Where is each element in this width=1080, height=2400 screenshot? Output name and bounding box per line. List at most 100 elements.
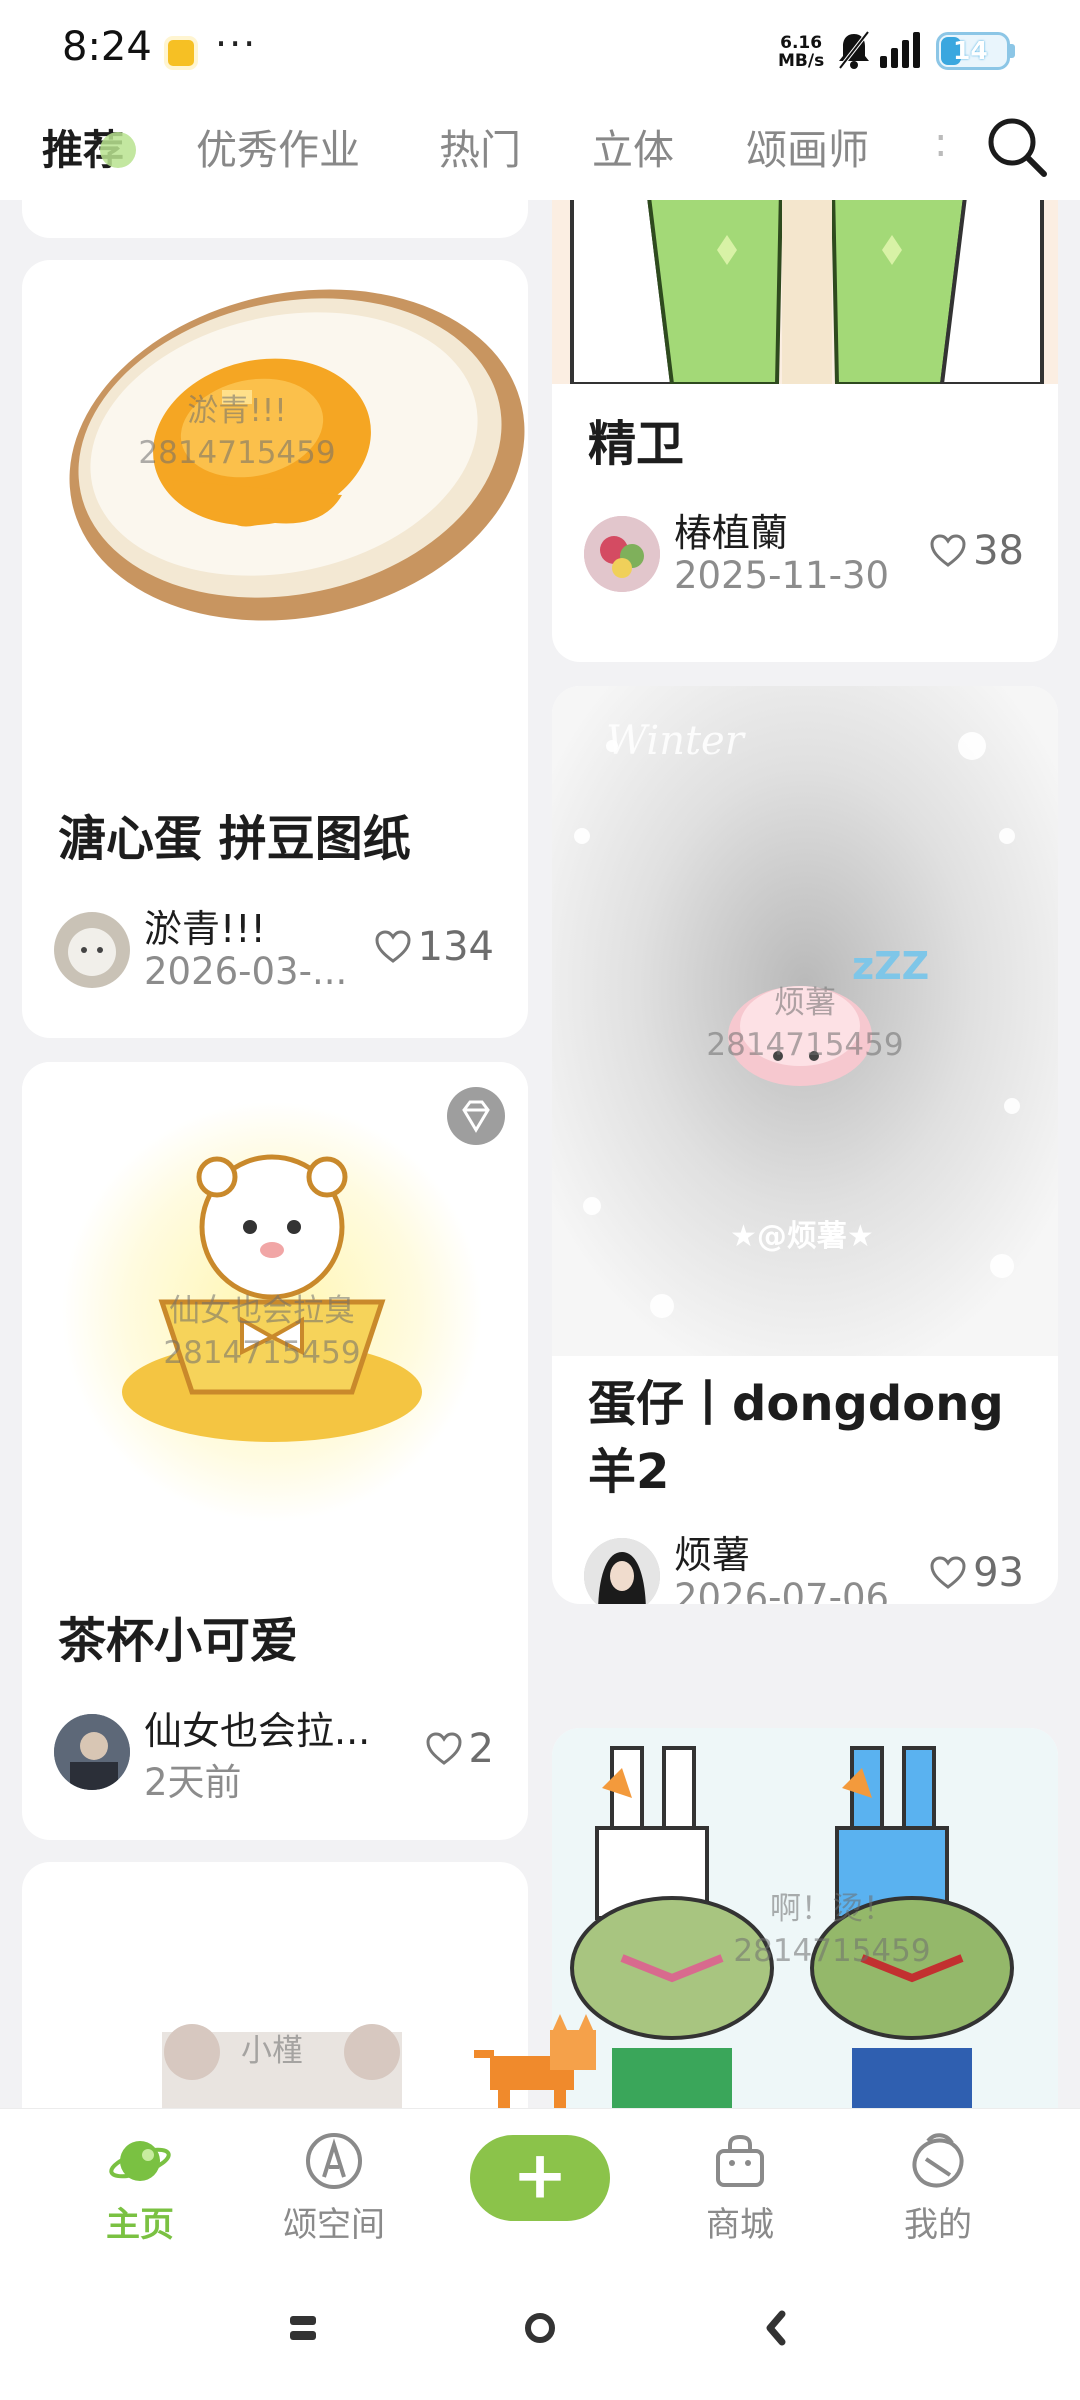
bottom-navigation: 主页 颂空间 + 商城 我的	[0, 2108, 1080, 2258]
nav-shop[interactable]: 商城	[670, 2129, 810, 2246]
card-dongdong-sheep[interactable]: Winter zZZ ★@烦薯★ 烦薯 2814715459 蛋仔丨dongdo…	[552, 686, 1058, 1604]
green-cardigan-pixel-art	[552, 200, 1058, 384]
watermark-name: 淤青!!!	[187, 393, 287, 429]
network-speed: 6.16 MB/s	[778, 34, 824, 70]
nav-space[interactable]: 颂空间	[264, 2129, 404, 2246]
like-button[interactable]: 134	[374, 924, 494, 970]
planet-icon	[109, 2141, 171, 2181]
watermark-id: 2814715459	[163, 1335, 361, 1371]
watermark-id: 2814715459	[138, 435, 336, 471]
author-name[interactable]: 烦薯	[674, 1524, 750, 1579]
system-navigation-bar	[0, 2258, 1080, 2400]
plus-icon: +	[512, 2136, 568, 2214]
network-speed-unit: MB/s	[778, 51, 825, 71]
battery-level: 14	[953, 36, 988, 65]
floating-cat-pixel-icon	[474, 2014, 596, 2108]
tab-overflow: :	[934, 120, 948, 166]
author-name[interactable]: 仙女也会拉...	[144, 1700, 370, 1755]
avatar-flower-icon	[584, 516, 660, 592]
heart-icon	[930, 1556, 966, 1589]
avatar-sheep-icon	[68, 928, 116, 976]
recent-apps-icon[interactable]	[282, 2306, 326, 2350]
nav-label: 商城	[706, 2205, 774, 2245]
card-title: 茶杯小可爱	[58, 1613, 299, 1669]
category-tab-bar: 推荐 优秀作业 热门 立体 颂画师 :	[0, 100, 1080, 200]
post-date: 2天前	[144, 1761, 242, 1804]
avatar[interactable]	[54, 912, 130, 988]
avatar-photo-icon	[54, 1714, 130, 1790]
feed[interactable]: 淤青!!! 2814715459 溏心蛋 拼豆图纸 淤青!!! 2026-03-…	[0, 200, 1080, 2108]
heart-icon	[375, 930, 411, 963]
like-button[interactable]: 2	[425, 1726, 494, 1772]
card-partial-top[interactable]	[22, 200, 528, 238]
card-title: 蛋仔丨dongdong羊2	[588, 1376, 1004, 1500]
create-post-button[interactable]: +	[470, 2135, 610, 2221]
tab-hot[interactable]: 热门	[439, 116, 521, 176]
mute-bell-icon	[838, 30, 870, 70]
pen-circle-icon	[306, 2133, 362, 2189]
nav-home[interactable]: 主页	[70, 2129, 210, 2246]
heart-icon	[426, 1732, 462, 1765]
watermark-id: 2814715459	[706, 1027, 904, 1063]
art-caption-top: Winter	[606, 718, 744, 764]
battery-cap	[1010, 44, 1015, 58]
shopping-bag-icon	[716, 2134, 764, 2187]
card-partial-bottom[interactable]: 小槿	[22, 1862, 528, 2108]
card-soft-boiled-egg[interactable]: 淤青!!! 2814715459 溏心蛋 拼豆图纸 淤青!!! 2026-03-…	[22, 260, 528, 1038]
card-title: 溏心蛋 拼豆图纸	[58, 811, 411, 867]
back-button-icon[interactable]	[754, 2306, 798, 2350]
like-count: 38	[973, 528, 1024, 574]
active-tab-dot	[100, 132, 136, 168]
watermark-name: 仙女也会拉臭	[169, 1293, 355, 1329]
home-button-icon[interactable]	[518, 2306, 562, 2350]
like-button[interactable]: 93	[929, 1550, 1024, 1596]
profile-icon	[912, 2133, 964, 2188]
card-image: 仙女也会拉臭 2814715459	[22, 1062, 528, 1602]
author-name[interactable]: 椿植蘭	[674, 502, 788, 557]
battery-indicator: 14	[936, 32, 1010, 70]
nav-label: 我的	[904, 2205, 972, 2245]
tab-3d[interactable]: 立体	[592, 116, 674, 176]
status-time: 8:24	[62, 24, 152, 70]
avatar[interactable]	[584, 516, 660, 592]
post-date: 2026-03-...	[144, 950, 348, 993]
card-bunnies[interactable]: 啊！烫！ 2814715459	[552, 1728, 1058, 2108]
watermark-name: 烦薯	[774, 985, 836, 1021]
avatar[interactable]	[584, 1538, 660, 1604]
card-title: 精卫	[588, 416, 685, 472]
avatar[interactable]	[54, 1714, 130, 1790]
diamond-badge-icon	[447, 1087, 505, 1145]
nav-profile[interactable]: 我的	[868, 2129, 1008, 2246]
card-teacup[interactable]: 仙女也会拉臭 2814715459 茶杯小可爱 仙女也会拉... 2天前 2	[22, 1062, 528, 1840]
tab-excellent-work[interactable]: 优秀作业	[196, 116, 360, 176]
status-bar: 8:24 ··· 6.16 MB/s 14	[0, 0, 1080, 100]
avatar-portrait-icon	[584, 1538, 660, 1604]
like-button[interactable]: 38	[929, 528, 1024, 574]
egg-pixel-art	[69, 289, 525, 621]
status-more-indicator: ···	[215, 22, 258, 66]
post-date: 2025-11-30	[674, 554, 890, 597]
card-image: 淤青!!! 2814715459	[22, 260, 528, 800]
tab-artists[interactable]: 颂画师	[746, 116, 869, 176]
card-jingwei[interactable]: 精卫 椿植蘭 2025-11-30 38	[552, 200, 1058, 662]
like-count: 2	[468, 1726, 494, 1772]
like-count: 93	[973, 1550, 1024, 1596]
post-date: 2026-07-06	[674, 1576, 890, 1604]
art-caption-bottom: ★@烦薯★	[730, 1219, 874, 1254]
image-watermark: 淤青!!! 2814715459	[122, 390, 352, 474]
notification-app-icon	[164, 36, 198, 70]
card-image	[552, 200, 1058, 384]
nav-label: 颂空间	[283, 2205, 385, 2245]
watermark-id: 2814715459	[733, 1933, 931, 1969]
author-name[interactable]: 淤青!!!	[144, 898, 266, 953]
signal-icon	[880, 32, 920, 68]
card-image: Winter zZZ ★@烦薯★ 烦薯 2814715459	[552, 686, 1058, 1356]
search-icon[interactable]	[978, 108, 1056, 186]
image-watermark: 仙女也会拉臭 2814715459	[132, 1290, 392, 1374]
nav-label: 主页	[106, 2205, 174, 2245]
watermark-name: 啊！烫！	[770, 1891, 894, 1927]
like-count: 134	[417, 924, 494, 970]
heart-icon	[930, 534, 966, 567]
image-watermark: 小槿	[241, 2033, 303, 2069]
image-watermark: 啊！烫！ 2814715459	[702, 1888, 962, 1972]
